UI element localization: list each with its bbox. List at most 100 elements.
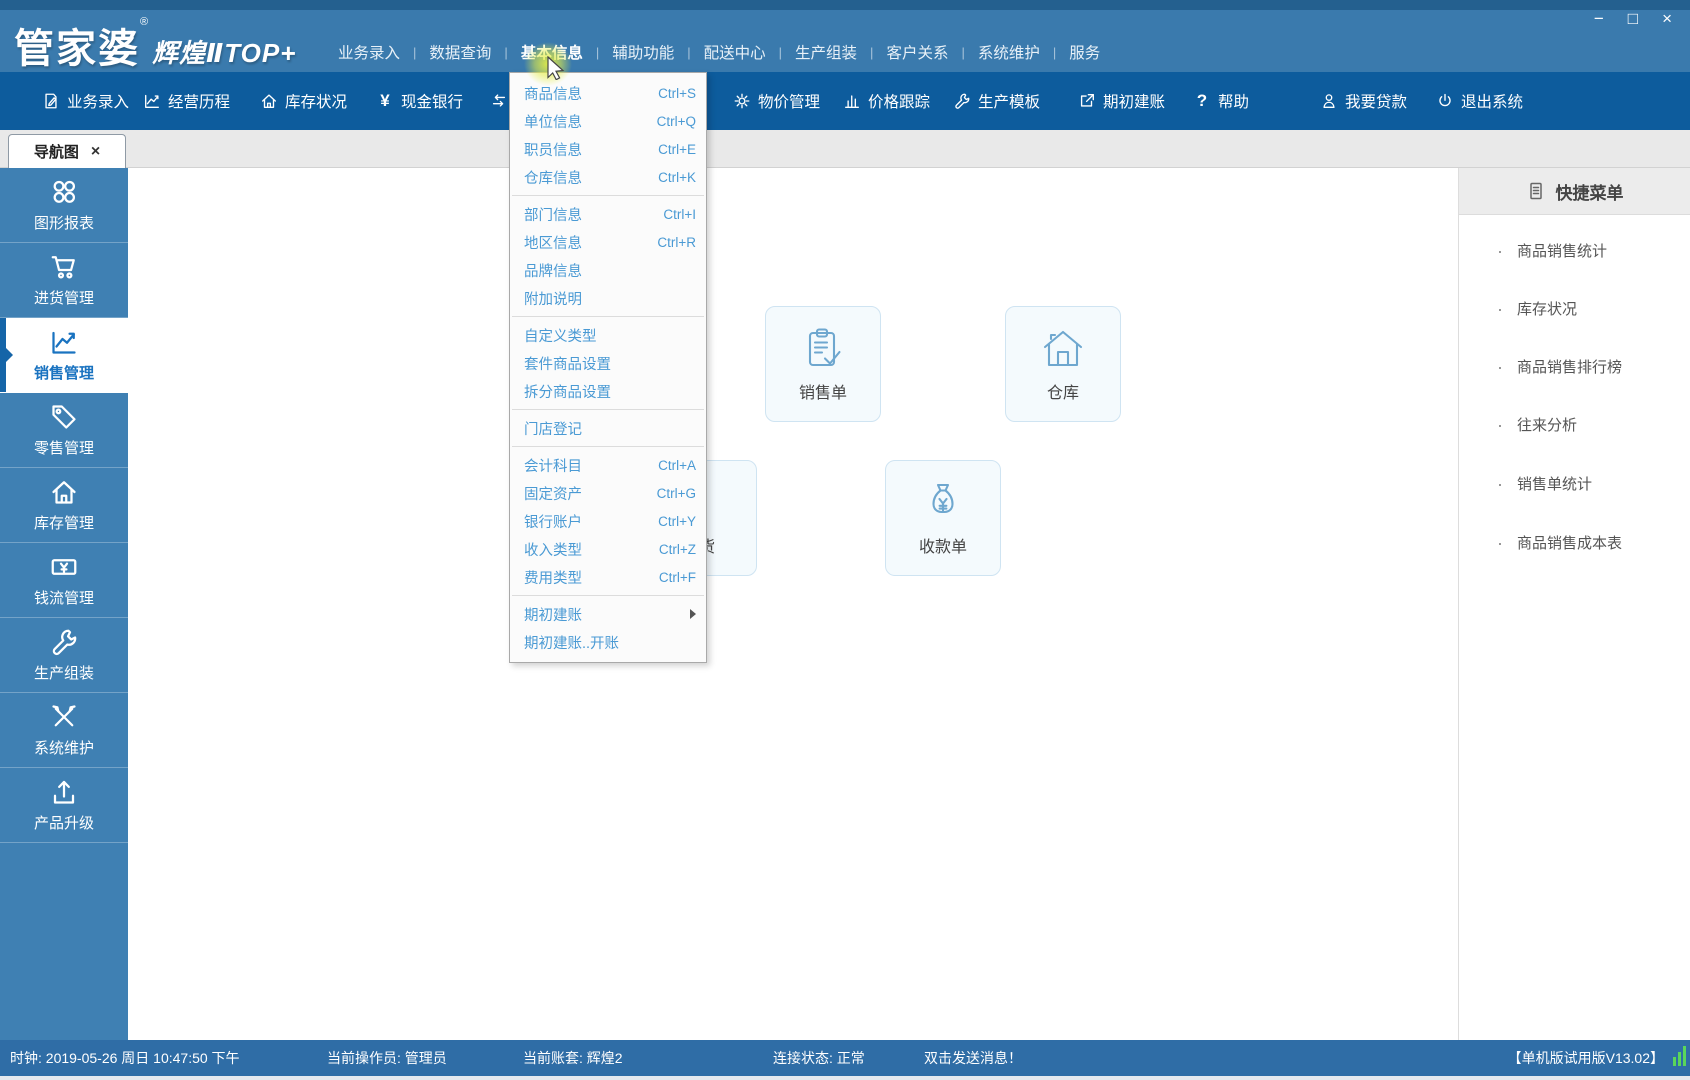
status-account: 当前账套: 辉煌2 — [523, 1040, 623, 1076]
toolbar-item-我要贷款[interactable]: 我要贷款 — [1320, 72, 1407, 130]
sidebar-item-5[interactable]: 库存管理 — [0, 468, 128, 543]
tile-label: 销售单 — [799, 379, 847, 403]
menu-item-15[interactable]: 门店登记 — [510, 414, 706, 442]
quick-menu-item-6[interactable]: ·商品销售成本表 — [1497, 532, 1622, 553]
signal-indicator-icon — [1673, 1046, 1686, 1066]
menubar-item-1[interactable]: 业务录入 — [325, 37, 413, 67]
menu-item-21[interactable]: 费用类型Ctrl+F — [510, 563, 706, 591]
sidebar-item-8[interactable]: 系统维护 — [0, 693, 128, 768]
status-version: 【单机版试用版V13.02】 — [1508, 1040, 1664, 1076]
menubar-item-4[interactable]: 辅助功能 — [599, 37, 687, 67]
menu-item-label: 自定义类型 — [524, 325, 696, 346]
menu-item-8[interactable]: 品牌信息 — [510, 256, 706, 284]
doc-pen-icon — [42, 92, 60, 110]
question-icon: ? — [1193, 92, 1211, 110]
menubar-item-5[interactable]: 配送中心 — [691, 37, 779, 67]
loan-icon — [1320, 92, 1338, 110]
sidebar-item-3[interactable]: 销售管理 — [0, 318, 128, 393]
maximize-button[interactable]: □ — [1628, 8, 1638, 30]
toolbar-item-业务录入[interactable]: 业务录入 — [42, 72, 129, 130]
menu-item-label: 固定资产 — [524, 483, 657, 504]
toolbar-item-价格跟踪[interactable]: 价格跟踪 — [843, 72, 930, 130]
sidebar-navigation: 图形报表进货管理销售管理零售管理库存管理钱流管理生产组装系统维护产品升级 — [0, 168, 128, 1040]
menu-item-23[interactable]: 期初建账 — [510, 600, 706, 628]
menubar-item-6[interactable]: 生产组装 — [782, 37, 870, 67]
status-bar: 时钟: 2019-05-26 周日 10:47:50 下午 当前操作员: 管理员… — [0, 1040, 1690, 1076]
quick-menu-item-3[interactable]: ·商品销售排行榜 — [1497, 356, 1622, 377]
menu-item-7[interactable]: 地区信息Ctrl+R — [510, 228, 706, 256]
tab-navigation-map[interactable]: 导航图 × — [8, 134, 126, 168]
menu-item-11[interactable]: 自定义类型 — [510, 321, 706, 349]
quick-menu-item-label: 销售单统计 — [1517, 473, 1592, 494]
toolbar-item-期初建账[interactable]: 期初建账 — [1078, 72, 1165, 130]
sidebar-item-1[interactable]: 图形报表 — [0, 168, 128, 243]
menu-item-9[interactable]: 附加说明 — [510, 284, 706, 312]
menu-item-shortcut: Ctrl+Y — [658, 514, 696, 529]
menu-item-label: 拆分商品设置 — [524, 381, 696, 402]
wrench-icon — [953, 92, 971, 110]
menubar-item-2[interactable]: 数据查询 — [416, 37, 504, 67]
toolbar-item-帮助[interactable]: ?帮助 — [1193, 72, 1249, 130]
sidebar-item-6[interactable]: 钱流管理 — [0, 543, 128, 618]
menubar-item-9[interactable]: 服务 — [1056, 37, 1113, 67]
home-icon — [49, 477, 79, 507]
status-send-message[interactable]: 双击发送消息！ — [924, 1040, 1022, 1076]
menubar-item-7[interactable]: 客户关系 — [873, 37, 961, 67]
menu-item-label: 银行账户 — [524, 511, 658, 532]
minimize-button[interactable]: − — [1594, 8, 1604, 30]
sidebar-item-label: 库存管理 — [34, 512, 94, 533]
quick-menu-item-2[interactable]: · 库存状况 — [1497, 298, 1577, 319]
sidebar-item-9[interactable]: 产品升级 — [0, 768, 128, 843]
menu-item-4[interactable]: 仓库信息Ctrl+K — [510, 163, 706, 191]
toolbar-item-退出系统[interactable]: 退出系统 — [1436, 72, 1523, 130]
menu-item-shortcut: Ctrl+G — [657, 486, 696, 501]
toolbar-item-hidden[interactable] — [490, 72, 508, 130]
quick-menu-item-4[interactable]: ·往来分析 — [1497, 414, 1577, 435]
menu-item-shortcut: Ctrl+K — [658, 170, 696, 185]
menu-item-20[interactable]: 收入类型Ctrl+Z — [510, 535, 706, 563]
quick-menu-item-label: 往来分析 — [1517, 414, 1577, 435]
sidebar-item-7[interactable]: 生产组装 — [0, 618, 128, 693]
toolbar-item-生产模板[interactable]: 生产模板 — [953, 72, 1040, 130]
gear-icon — [733, 92, 751, 110]
quick-menu-item-label: 库存状况 — [1517, 298, 1577, 319]
bullet-dot: · — [1497, 300, 1503, 318]
sidebar-item-2[interactable]: 进货管理 — [0, 243, 128, 318]
menu-item-shortcut: Ctrl+R — [657, 235, 696, 250]
brand-text: 管家婆 — [14, 27, 140, 71]
tab-close-icon[interactable]: × — [91, 143, 100, 161]
menu-item-label: 会计科目 — [524, 455, 658, 476]
menu-separator — [512, 316, 704, 317]
menu-item-19[interactable]: 银行账户Ctrl+Y — [510, 507, 706, 535]
toolbar-item-库存状况[interactable]: 库存状况 — [260, 72, 347, 130]
quick-menu-item-5[interactable]: · 销售单统计 — [1497, 473, 1592, 494]
menubar-item-8[interactable]: 系统维护 — [965, 37, 1053, 67]
menu-item-13[interactable]: 拆分商品设置 — [510, 377, 706, 405]
bullet-dot: · — [1497, 475, 1503, 493]
toolbar-item-物价管理[interactable]: 物价管理 — [733, 72, 820, 130]
window-controls: − □ × — [1594, 8, 1672, 30]
tile-4[interactable]: 收款单 — [885, 460, 1001, 576]
yuan-icon: ¥ — [376, 92, 394, 110]
status-connection: 连接状态: 正常 — [773, 1040, 865, 1076]
bullet-dot: · — [1497, 242, 1503, 260]
tab-label: 导航图 — [34, 141, 79, 162]
menu-item-label: 附加说明 — [524, 288, 696, 309]
tile-2[interactable]: 仓库 — [1005, 306, 1121, 422]
toolbar-item-经营历程[interactable]: 经营历程 — [143, 72, 230, 130]
toolbar-item-现金银行[interactable]: ¥现金银行 — [376, 72, 463, 130]
tile-1[interactable]: 销售单 — [765, 306, 881, 422]
close-button[interactable]: × — [1662, 8, 1672, 30]
menu-item-3[interactable]: 职员信息Ctrl+E — [510, 135, 706, 163]
menu-item-18[interactable]: 固定资产Ctrl+G — [510, 479, 706, 507]
menu-item-6[interactable]: 部门信息Ctrl+I — [510, 200, 706, 228]
sidebar-item-label: 图形报表 — [34, 212, 94, 233]
sidebar-item-label: 生产组装 — [34, 662, 94, 683]
menu-item-12[interactable]: 套件商品设置 — [510, 349, 706, 377]
menu-item-17[interactable]: 会计科目Ctrl+A — [510, 451, 706, 479]
menu-item-24[interactable]: 期初建账..开账 — [510, 628, 706, 656]
menu-item-label: 部门信息 — [524, 204, 663, 225]
sidebar-item-4[interactable]: 零售管理 — [0, 393, 128, 468]
menu-item-2[interactable]: 单位信息Ctrl+Q — [510, 107, 706, 135]
quick-menu-item-1[interactable]: ·商品销售统计 — [1497, 240, 1607, 261]
